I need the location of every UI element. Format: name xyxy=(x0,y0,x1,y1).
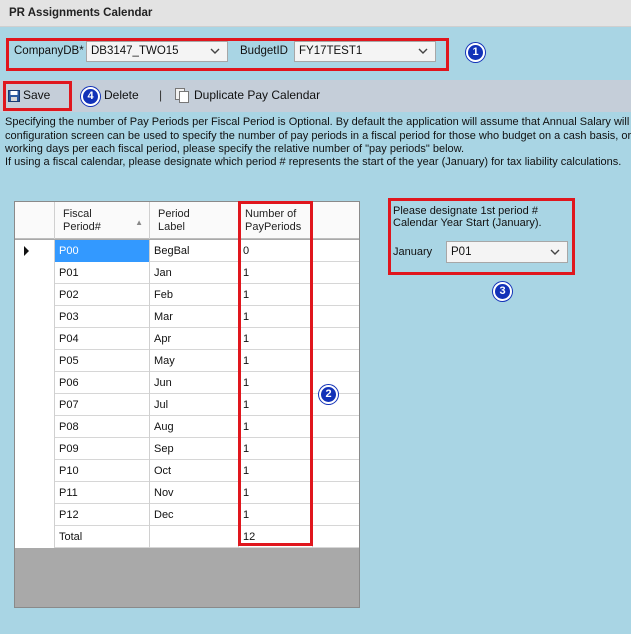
cell-fiscal-period[interactable]: Total xyxy=(55,526,150,548)
callout-badge-4: 4 xyxy=(81,87,100,106)
cell-fiscal-period[interactable]: P04 xyxy=(55,328,150,350)
cell-period-label[interactable]: Nov xyxy=(150,482,239,504)
row-header[interactable] xyxy=(15,460,55,482)
row-header[interactable] xyxy=(15,328,55,350)
cell-period-label[interactable]: Jul xyxy=(150,394,239,416)
cell-period-label[interactable]: BegBal xyxy=(150,240,239,262)
info-line: Specifying the number of Pay Periods per… xyxy=(5,116,631,128)
row-header[interactable] xyxy=(15,526,55,548)
callout-badge-2: 2 xyxy=(319,385,338,404)
toolbar-separator: | xyxy=(159,88,163,102)
window-title: PR Assignments Calendar xyxy=(9,7,153,19)
cell-period-label[interactable]: Sep xyxy=(150,438,239,460)
cell-period-label[interactable]: Mar xyxy=(150,306,239,328)
row-header[interactable] xyxy=(15,240,55,262)
callout-badge-3: 3 xyxy=(493,282,512,301)
cell-period-label[interactable]: Jun xyxy=(150,372,239,394)
row-header[interactable] xyxy=(15,438,55,460)
row-header[interactable] xyxy=(15,262,55,284)
cell-fiscal-period[interactable]: P01 xyxy=(55,262,150,284)
row-header[interactable] xyxy=(15,306,55,328)
duplicate-icon xyxy=(175,88,189,103)
cell-period-label[interactable]: Aug xyxy=(150,416,239,438)
column-header-label: Period Label xyxy=(158,208,190,233)
callout-badge-1: 1 xyxy=(466,43,485,62)
row-header[interactable] xyxy=(15,350,55,372)
cell-fiscal-period[interactable]: P03 xyxy=(55,306,150,328)
current-row-icon xyxy=(24,246,29,256)
highlight-pay-periods-column xyxy=(238,201,313,546)
cell-fiscal-period[interactable]: P00 xyxy=(55,240,150,262)
row-header[interactable] xyxy=(15,416,55,438)
cell-fiscal-period[interactable]: P11 xyxy=(55,482,150,504)
cell-fiscal-period[interactable]: P06 xyxy=(55,372,150,394)
row-header-corner xyxy=(15,202,55,239)
row-header[interactable] xyxy=(15,482,55,504)
info-line: configuration screen can be used to spec… xyxy=(5,130,631,142)
info-line: If using a fiscal calendar, please desig… xyxy=(5,156,622,168)
cell-fiscal-period[interactable]: P12 xyxy=(55,504,150,526)
cell-period-label[interactable]: Feb xyxy=(150,284,239,306)
info-text: Specifying the number of Pay Periods per… xyxy=(0,112,631,186)
info-line: working days per each fiscal period, ple… xyxy=(5,143,465,155)
row-header[interactable] xyxy=(15,372,55,394)
duplicate-pay-calendar-button[interactable]: Duplicate Pay Calendar xyxy=(194,88,320,102)
cell-period-label[interactable]: May xyxy=(150,350,239,372)
cell-fiscal-period[interactable]: P08 xyxy=(55,416,150,438)
title-bar: PR Assignments Calendar xyxy=(0,0,631,27)
row-header[interactable] xyxy=(15,504,55,526)
row-header[interactable] xyxy=(15,394,55,416)
cell-period-label[interactable]: Dec xyxy=(150,504,239,526)
cell-fiscal-period[interactable]: P09 xyxy=(55,438,150,460)
row-header[interactable] xyxy=(15,284,55,306)
cell-fiscal-period[interactable]: P07 xyxy=(55,394,150,416)
highlight-filters xyxy=(6,38,449,71)
delete-button[interactable]: Delete xyxy=(104,88,139,102)
cell-fiscal-period[interactable]: P05 xyxy=(55,350,150,372)
sort-icon: ▲ xyxy=(135,218,143,227)
highlight-save xyxy=(3,81,72,111)
highlight-year-start xyxy=(388,198,575,275)
cell-period-label[interactable]: Jan xyxy=(150,262,239,284)
cell-period-label[interactable] xyxy=(150,526,239,548)
column-header-period-label[interactable]: Period Label xyxy=(150,202,239,239)
cell-period-label[interactable]: Oct xyxy=(150,460,239,482)
cell-fiscal-period[interactable]: P02 xyxy=(55,284,150,306)
column-header-label: Fiscal Period# xyxy=(63,208,101,233)
cell-fiscal-period[interactable]: P10 xyxy=(55,460,150,482)
cell-period-label[interactable]: Apr xyxy=(150,328,239,350)
column-header-fiscal-period[interactable]: Fiscal Period# ▲ xyxy=(55,202,150,239)
